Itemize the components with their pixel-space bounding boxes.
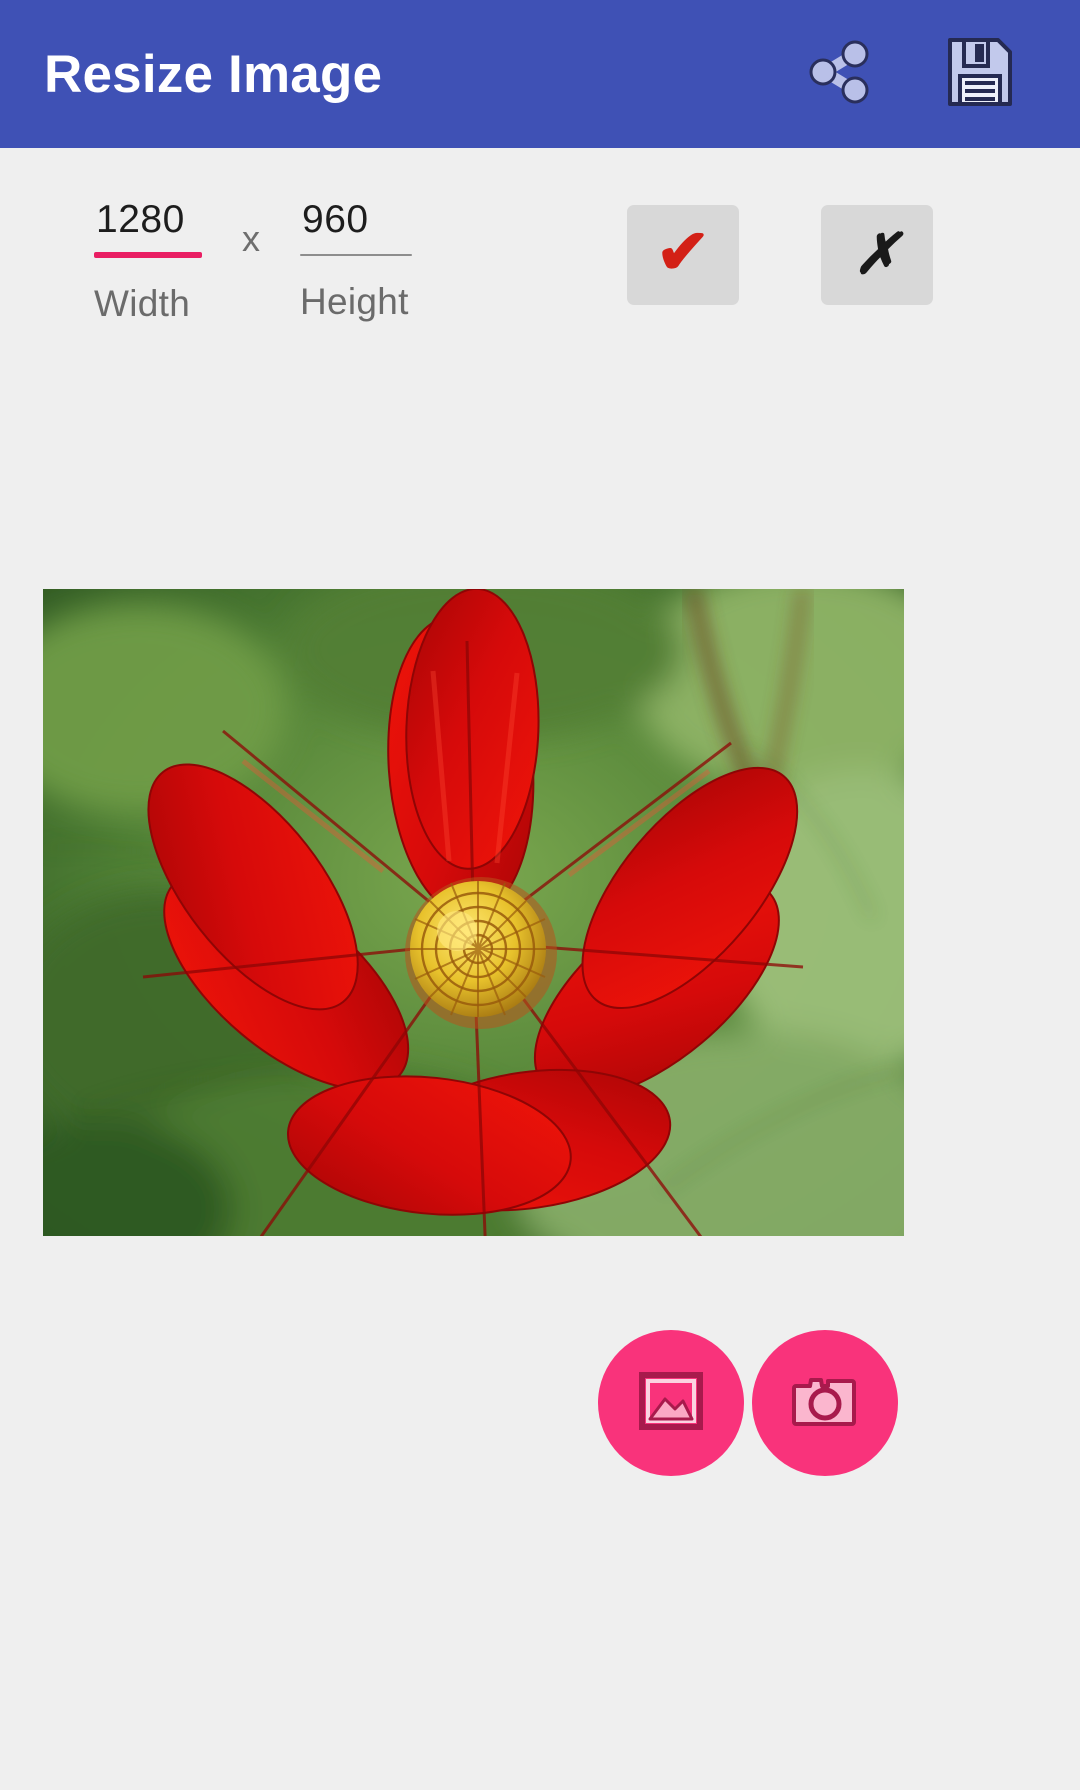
page-title: Resize Image: [44, 44, 383, 104]
gallery-fab[interactable]: [598, 1330, 744, 1476]
image-icon: [639, 1371, 703, 1436]
share-icon: [800, 34, 876, 115]
close-icon: ✗: [853, 224, 901, 286]
height-input[interactable]: 960: [300, 196, 515, 248]
size-controls: 1280 Width x 960 Height ✔ ✗: [0, 196, 1080, 346]
flower-photo: [43, 589, 904, 1236]
fab-row: [598, 1330, 898, 1476]
apply-button[interactable]: ✔: [627, 205, 739, 305]
image-preview[interactable]: [43, 589, 904, 1236]
height-field-group: 960 Height: [300, 196, 515, 324]
app-bar-actions: [796, 32, 1022, 116]
width-input-underline: [94, 252, 202, 258]
height-label: Height: [300, 281, 409, 322]
save-button[interactable]: [938, 32, 1022, 116]
share-button[interactable]: [796, 32, 880, 116]
camera-icon: [792, 1372, 858, 1435]
width-field-group: 1280 Width: [94, 196, 309, 326]
width-label: Width: [94, 283, 191, 324]
dimension-separator: x: [242, 218, 260, 259]
save-icon: [944, 34, 1016, 115]
width-input[interactable]: 1280: [94, 196, 309, 248]
cancel-button[interactable]: ✗: [821, 205, 933, 305]
camera-fab[interactable]: [752, 1330, 898, 1476]
height-input-underline: [300, 254, 412, 256]
app-bar: Resize Image: [0, 0, 1080, 148]
check-icon: ✔: [655, 218, 711, 287]
resize-action-buttons: ✔ ✗: [627, 205, 933, 305]
